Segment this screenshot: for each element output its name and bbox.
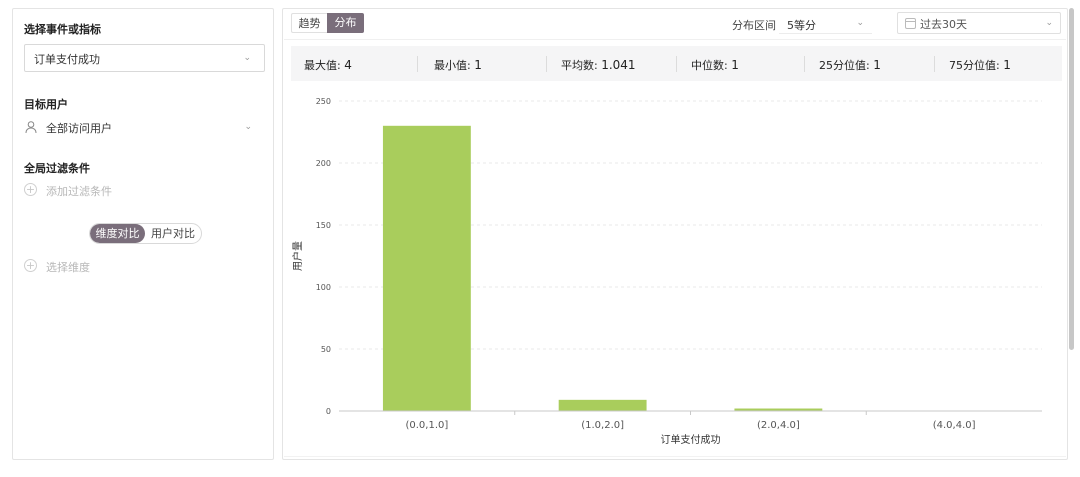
- toolbar-divider: [284, 39, 1066, 40]
- stat-p25: 25分位值: 1: [819, 58, 881, 72]
- tab-user-compare[interactable]: 用户对比: [145, 224, 201, 243]
- chevron-down-icon: ⌄: [243, 53, 251, 63]
- panel-bottom-divider: [284, 456, 1066, 457]
- event-section-title: 选择事件或指标: [24, 23, 101, 36]
- compare-mode-switch: 维度对比 用户对比: [89, 223, 202, 244]
- range-select[interactable]: 5等分 ⌄: [779, 12, 872, 34]
- stat-p75: 75分位值: 1: [949, 58, 1011, 72]
- target-user-title: 目标用户: [24, 98, 68, 111]
- x-tick-label: (2.0,4.0]: [757, 420, 800, 431]
- user-icon: [25, 121, 37, 134]
- calendar-icon: [905, 18, 916, 29]
- target-user-value: 全部访问用户: [46, 122, 112, 135]
- plus-circle-icon: +: [24, 183, 37, 196]
- left-config-panel: 选择事件或指标 订单支付成功 ⌄ 目标用户 全部访问用户 ⌄ 全局过滤条件 + …: [12, 8, 274, 460]
- chart-bars: [382, 125, 823, 412]
- y-tick-label: 200: [316, 159, 331, 168]
- bar: [558, 399, 647, 411]
- distribution-bar-chart: 0 50 100 150 200 250 (0.0,1.0] (1.0,2.0] (2.0,4.…: [291, 97, 1042, 446]
- stat-divider: [934, 56, 935, 72]
- tab-dimension-compare[interactable]: 维度对比: [90, 224, 145, 243]
- y-tick-label: 250: [316, 97, 331, 106]
- event-select-value: 订单支付成功: [34, 53, 100, 66]
- chevron-down-icon: ⌄: [1045, 18, 1053, 28]
- x-tick-label: (4.0,4.0]: [933, 420, 976, 431]
- chevron-down-icon: ⌄: [856, 18, 864, 28]
- range-label: 分布区间: [732, 19, 776, 32]
- x-tick-label: (0.0,1.0]: [405, 420, 448, 431]
- stat-mean: 平均数: 1.041: [561, 58, 636, 72]
- tab-trend[interactable]: 趋势: [291, 13, 327, 33]
- y-tick-label: 0: [326, 407, 331, 416]
- stat-min: 最小值: 1: [434, 58, 482, 72]
- x-tick-label: (1.0,2.0]: [581, 420, 624, 431]
- range-select-value: 5等分: [787, 19, 816, 32]
- x-axis-title: 订单支付成功: [661, 433, 721, 446]
- y-tick-label: 50: [321, 345, 331, 354]
- chart-panel: 趋势 分布 分布区间 5等分 ⌄ 过去30天 ⌄ 最大值: 4 最小值: 1 平…: [282, 8, 1068, 460]
- tab-distribution[interactable]: 分布: [327, 13, 364, 33]
- bar: [382, 125, 471, 412]
- stat-median: 中位数: 1: [691, 58, 739, 72]
- target-user-select[interactable]: 全部访问用户 ⌄: [24, 119, 265, 137]
- stats-bar: 最大值: 4 最小值: 1 平均数: 1.041 中位数: 1 25分位值: 1…: [291, 46, 1062, 81]
- vertical-scrollbar[interactable]: [1069, 8, 1074, 350]
- plus-circle-icon: +: [24, 259, 37, 272]
- y-tick-label: 100: [316, 283, 331, 292]
- y-axis-title: 用户量: [291, 241, 304, 271]
- chevron-down-icon: ⌄: [244, 122, 252, 132]
- stat-divider: [804, 56, 805, 72]
- add-dimension-label: 选择维度: [46, 261, 90, 274]
- stat-divider: [676, 56, 677, 72]
- date-range-value: 过去30天: [920, 18, 967, 31]
- stat-max: 最大值: 4: [304, 58, 352, 72]
- global-filter-title: 全局过滤条件: [24, 162, 90, 175]
- date-range-select[interactable]: 过去30天 ⌄: [897, 12, 1061, 34]
- view-tabs: 趋势 分布: [291, 13, 364, 33]
- event-select[interactable]: 订单支付成功 ⌄: [24, 44, 265, 72]
- y-tick-label: 150: [316, 221, 331, 230]
- stat-divider: [546, 56, 547, 72]
- stat-divider: [417, 56, 418, 72]
- add-filter-label: 添加过滤条件: [46, 185, 112, 198]
